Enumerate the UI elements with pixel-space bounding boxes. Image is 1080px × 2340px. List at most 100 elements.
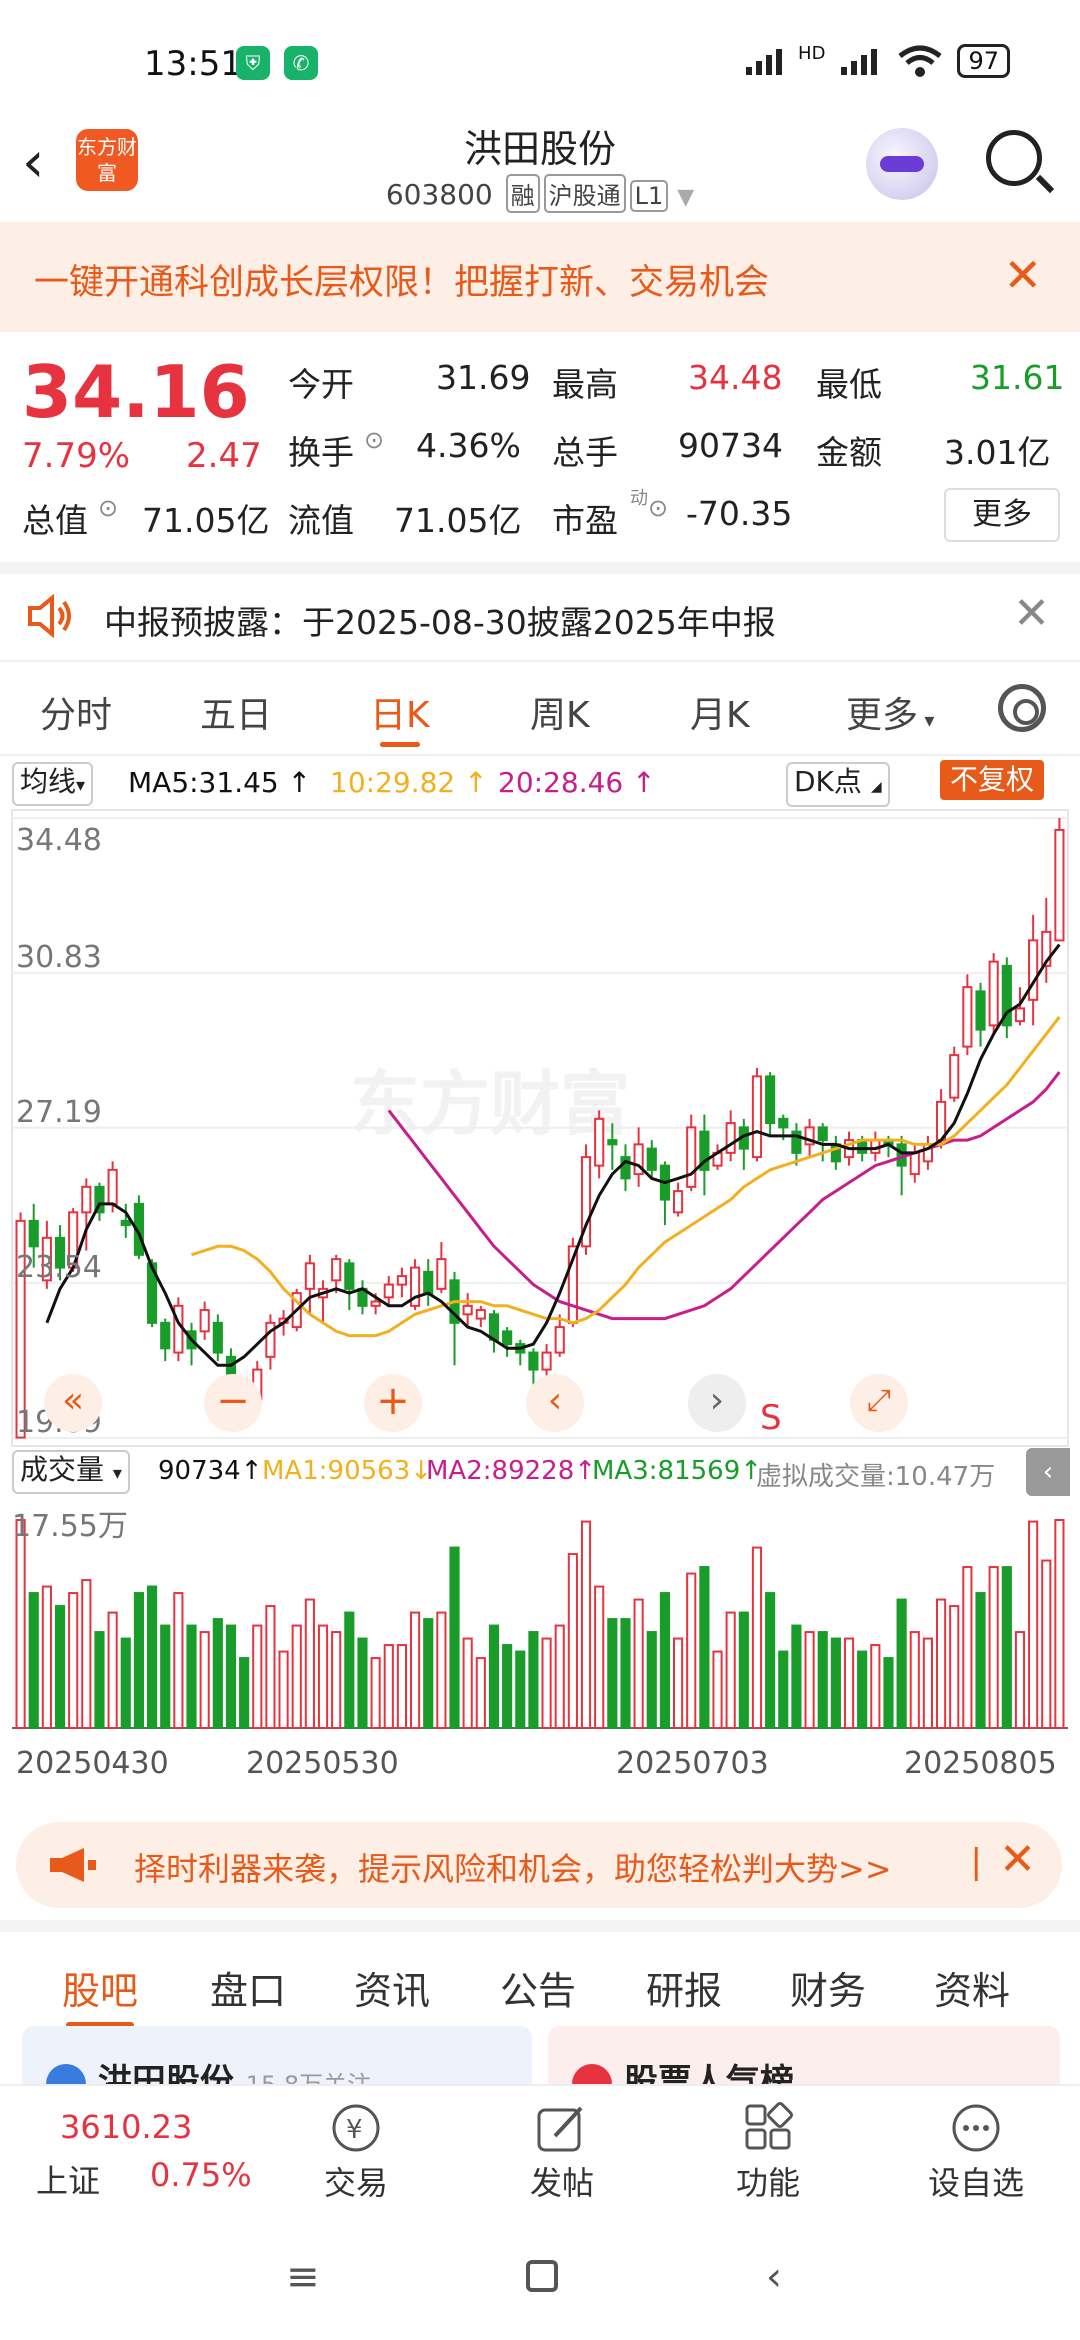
tab-monthly-k[interactable]: 月K bbox=[690, 686, 750, 738]
close-icon[interactable]: ✕ bbox=[999, 1834, 1036, 1885]
info-icon[interactable]: ⊙ bbox=[648, 494, 668, 522]
tab-intraday[interactable]: 分时 bbox=[40, 686, 112, 738]
volume-bar-up bbox=[383, 1644, 394, 1729]
close-icon[interactable]: ✕ bbox=[1003, 248, 1042, 302]
dk-selector[interactable]: DK点 ◢ bbox=[786, 762, 890, 807]
forum-card[interactable]: 洪田股份 15.8万关注 bbox=[22, 2026, 532, 2084]
info-icon[interactable]: ⊙ bbox=[364, 426, 384, 454]
kline-chart[interactable]: 东方财富 34.4830.8327.1923.5419.89 « − + ‹ ›… bbox=[0, 808, 1080, 1448]
tab-weekly-k[interactable]: 周K bbox=[530, 686, 590, 738]
ma5-text: MA5:31.45 bbox=[128, 766, 279, 799]
watermark: 东方财富 bbox=[350, 1063, 630, 1145]
volume-chart[interactable]: 17.55万 bbox=[0, 1500, 1080, 1750]
volume-bar-down bbox=[488, 1624, 500, 1729]
grid-icon bbox=[745, 2102, 793, 2150]
ma20-value: 20:28.46 ↑ bbox=[498, 766, 656, 799]
value-high: 34.48 bbox=[688, 358, 783, 397]
tab-news[interactable]: 资讯 bbox=[354, 1960, 430, 2015]
dk-label: DK点 bbox=[794, 765, 862, 798]
more-button[interactable]: 更多 bbox=[944, 488, 1060, 542]
volume-bar-down bbox=[1001, 1566, 1012, 1729]
volume-bar-down bbox=[344, 1611, 355, 1729]
volume-bar-up bbox=[409, 1611, 421, 1729]
timing-promo-banner[interactable]: 择时利器来袭，提示风险和机会，助您轻松判大势>> | ✕ bbox=[16, 1822, 1062, 1908]
volume-bar-down bbox=[515, 1650, 526, 1729]
scroll-left-button[interactable]: ‹ bbox=[526, 1374, 584, 1432]
tab-profile[interactable]: 资料 bbox=[934, 1960, 1010, 2015]
candle-up bbox=[370, 1300, 381, 1307]
fullscreen-icon[interactable]: ⤢ bbox=[850, 1374, 908, 1432]
change-percent: 7.79% bbox=[22, 436, 131, 476]
close-icon[interactable]: ✕ bbox=[1013, 588, 1050, 639]
gear-icon[interactable] bbox=[998, 684, 1046, 732]
volume-bar-up bbox=[804, 1631, 815, 1729]
candle-down bbox=[817, 1126, 828, 1142]
tab-finance[interactable]: 财务 bbox=[790, 1960, 866, 2015]
nav-post[interactable]: 发帖 bbox=[492, 2094, 632, 2204]
popularity-card[interactable]: 股票人气榜 bbox=[548, 2026, 1060, 2084]
chevron-down-icon[interactable]: ▼ bbox=[677, 185, 694, 210]
volume-bar-down bbox=[423, 1618, 434, 1729]
tag-connect[interactable]: 沪股通 bbox=[543, 174, 626, 213]
volume-bar-up bbox=[567, 1553, 578, 1730]
volume-bar-down bbox=[357, 1637, 368, 1729]
kline-svg[interactable]: 东方财富 34.4830.8327.1923.5419.89 bbox=[0, 808, 1080, 1448]
volume-selector-label: 成交量 bbox=[20, 1453, 105, 1486]
signal-icon bbox=[746, 49, 783, 75]
volume-bar-up bbox=[962, 1566, 973, 1729]
tab-orderbook[interactable]: 盘口 bbox=[210, 1960, 286, 2015]
candle-down bbox=[212, 1321, 223, 1354]
vol-ma2: MA2:89228↑ bbox=[426, 1456, 597, 1486]
candle-up bbox=[436, 1258, 447, 1290]
vol-ma3-text: MA3:81569 bbox=[592, 1456, 741, 1486]
ma20-text: 20:28.46 bbox=[498, 766, 624, 799]
more-dots-icon bbox=[952, 2104, 1000, 2152]
tab-research[interactable]: 研报 bbox=[646, 1960, 722, 2015]
candle-up bbox=[554, 1326, 565, 1354]
volume-bar-up bbox=[725, 1611, 736, 1729]
candle-down bbox=[488, 1313, 500, 1341]
svg-text:¥: ¥ bbox=[346, 2115, 363, 2145]
adjust-toggle[interactable]: 不复权 bbox=[940, 760, 1045, 800]
value-volume: 90734 bbox=[678, 426, 783, 465]
menu-icon[interactable]: ≡ bbox=[286, 2254, 320, 2300]
candle-up bbox=[304, 1262, 315, 1290]
assistant-robot-icon[interactable] bbox=[866, 128, 938, 200]
tag-margin[interactable]: 融 bbox=[505, 174, 540, 213]
tab-daily-k[interactable]: 日K bbox=[370, 686, 430, 747]
back-icon[interactable]: ‹ bbox=[766, 2254, 782, 2300]
tab-five-day[interactable]: 五日 bbox=[200, 686, 272, 738]
zoom-out-button[interactable]: − bbox=[204, 1374, 262, 1432]
home-icon[interactable] bbox=[526, 2260, 558, 2292]
volume-bar-up bbox=[15, 1519, 26, 1729]
collapse-panel-icon[interactable]: ‹ bbox=[1026, 1448, 1070, 1496]
change-value: 2.47 bbox=[186, 436, 262, 476]
tab-more[interactable]: 更多 ▾ bbox=[846, 686, 934, 738]
scroll-left-fast-button[interactable]: « bbox=[44, 1374, 102, 1432]
info-icon[interactable]: ⊙ bbox=[98, 494, 118, 522]
divider: | bbox=[970, 1842, 982, 1882]
tab-announcements[interactable]: 公告 bbox=[500, 1960, 576, 2015]
ma-selector[interactable]: 均线▾ bbox=[12, 762, 94, 806]
index-name[interactable]: 上证 bbox=[36, 2156, 100, 2202]
promo-banner[interactable]: 一键开通科创成长层权限！把握打新、交易机会 ✕ bbox=[0, 222, 1080, 332]
tab-forum[interactable]: 股吧 bbox=[62, 1960, 138, 2028]
label-open: 今开 bbox=[288, 365, 354, 404]
index-change[interactable]: 0.75% bbox=[150, 2156, 252, 2194]
volume-bar-up bbox=[712, 1650, 723, 1729]
nav-trade[interactable]: ¥ 交易 bbox=[286, 2094, 426, 2204]
tag-level[interactable]: L1 bbox=[629, 180, 669, 212]
notice-bar[interactable]: 中报预披露：于2025-08-30披露2025年中报 ✕ bbox=[0, 562, 1080, 658]
volume-bar-up bbox=[173, 1592, 184, 1729]
index-value[interactable]: 3610.23 bbox=[60, 2108, 192, 2146]
volume-bar-up bbox=[843, 1637, 855, 1729]
volume-bar-up bbox=[672, 1637, 684, 1729]
nav-watchlist[interactable]: 设自选 bbox=[906, 2094, 1046, 2204]
scroll-right-button[interactable]: › bbox=[688, 1374, 746, 1432]
date-axis: 20250430 20250530 20250703 20250805 bbox=[0, 1746, 1080, 1796]
volume-bar-up bbox=[554, 1624, 565, 1729]
zoom-in-button[interactable]: + bbox=[364, 1374, 422, 1432]
search-icon[interactable] bbox=[986, 130, 1042, 186]
nav-functions[interactable]: 功能 bbox=[698, 2094, 838, 2204]
volume-selector[interactable]: 成交量 ▾ bbox=[12, 1450, 130, 1494]
